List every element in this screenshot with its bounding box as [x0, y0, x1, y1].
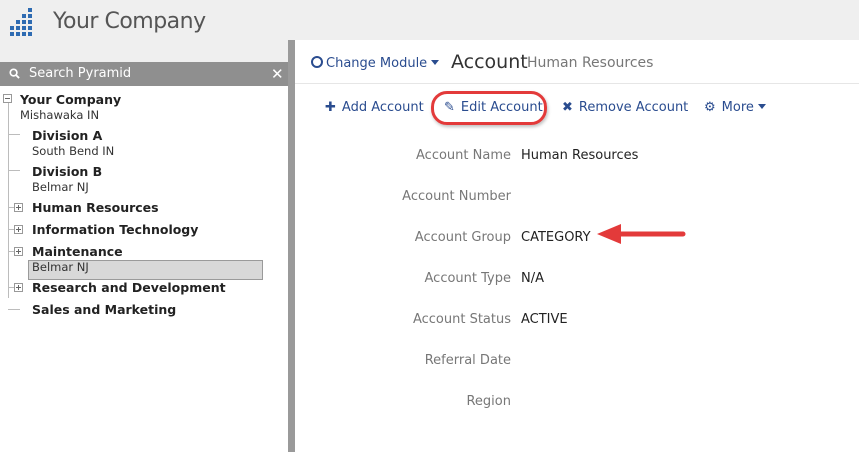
sidebar: Search Pyramid ✕ Your Company Mishawaka …: [0, 62, 288, 452]
close-icon[interactable]: ✕: [271, 65, 284, 83]
company-title: Your Company: [53, 9, 206, 34]
field-account-name: Account Name Human Resources: [416, 148, 639, 163]
field-account-type: Account Type N/A: [424, 271, 544, 286]
x-icon: ✖: [562, 100, 573, 115]
compass-icon: [311, 56, 323, 68]
tree-node-division-a[interactable]: Division A South Bend IN: [32, 128, 114, 158]
caret-down-icon: [431, 60, 440, 65]
edit-account-highlight-annotation: [431, 91, 547, 125]
more-dropdown[interactable]: ⚙ More: [704, 100, 766, 115]
tree-node-division-b[interactable]: Division B Belmar NJ: [32, 164, 102, 194]
app-header: Your Company: [0, 0, 859, 40]
search-pyramid-bar[interactable]: Search Pyramid ✕: [0, 62, 288, 86]
tree-node-research-and-development[interactable]: Research and Development: [32, 280, 226, 295]
field-account-status: Account Status ACTIVE: [412, 312, 568, 327]
plus-icon: ✚: [325, 100, 336, 115]
field-account-group: Account Group CATEGORY: [414, 230, 591, 245]
search-label: Search Pyramid: [29, 66, 132, 81]
page-title: Account: [451, 51, 528, 73]
tree-node-your-company[interactable]: Your Company Mishawaka IN: [20, 92, 121, 122]
caret-down-icon: [757, 104, 766, 109]
main-header: Change Module Account Human Resources: [295, 40, 859, 84]
gear-icon: ⚙: [704, 100, 716, 115]
remove-account-button[interactable]: ✖ Remove Account: [562, 100, 688, 115]
company-logo-icon: [8, 8, 40, 36]
tree-node-human-resources[interactable]: Human Resources: [32, 200, 159, 215]
tree-node-maintenance[interactable]: Maintenance Belmar NJ: [32, 244, 123, 274]
add-account-button[interactable]: ✚ Add Account: [325, 100, 424, 115]
left-arrow-annotation-icon: [597, 224, 686, 244]
search-icon: [9, 68, 20, 79]
expand-icon[interactable]: [14, 283, 23, 292]
tree-node-sales-and-marketing[interactable]: Sales and Marketing: [32, 302, 176, 317]
expand-icon[interactable]: [14, 247, 23, 256]
page-subtitle: Human Resources: [527, 55, 654, 71]
account-toolbar: ✚ Add Account ✎ Edit Account ✖ Remove Accou…: [295, 94, 859, 122]
field-account-number: Account Number: [402, 189, 511, 204]
expand-icon[interactable]: [14, 203, 23, 212]
field-region: Region: [466, 394, 511, 409]
change-module-dropdown[interactable]: Change Module: [311, 56, 440, 71]
change-module-label: Change Module: [326, 56, 428, 71]
expand-icon[interactable]: [14, 225, 23, 234]
sidebar-resize-handle[interactable]: [288, 40, 295, 452]
collapse-icon[interactable]: [3, 94, 12, 103]
tree-node-information-technology[interactable]: Information Technology: [32, 222, 198, 237]
field-referral-date: Referral Date: [424, 353, 511, 368]
main-panel: Change Module Account Human Resources ✚ A…: [295, 40, 859, 452]
